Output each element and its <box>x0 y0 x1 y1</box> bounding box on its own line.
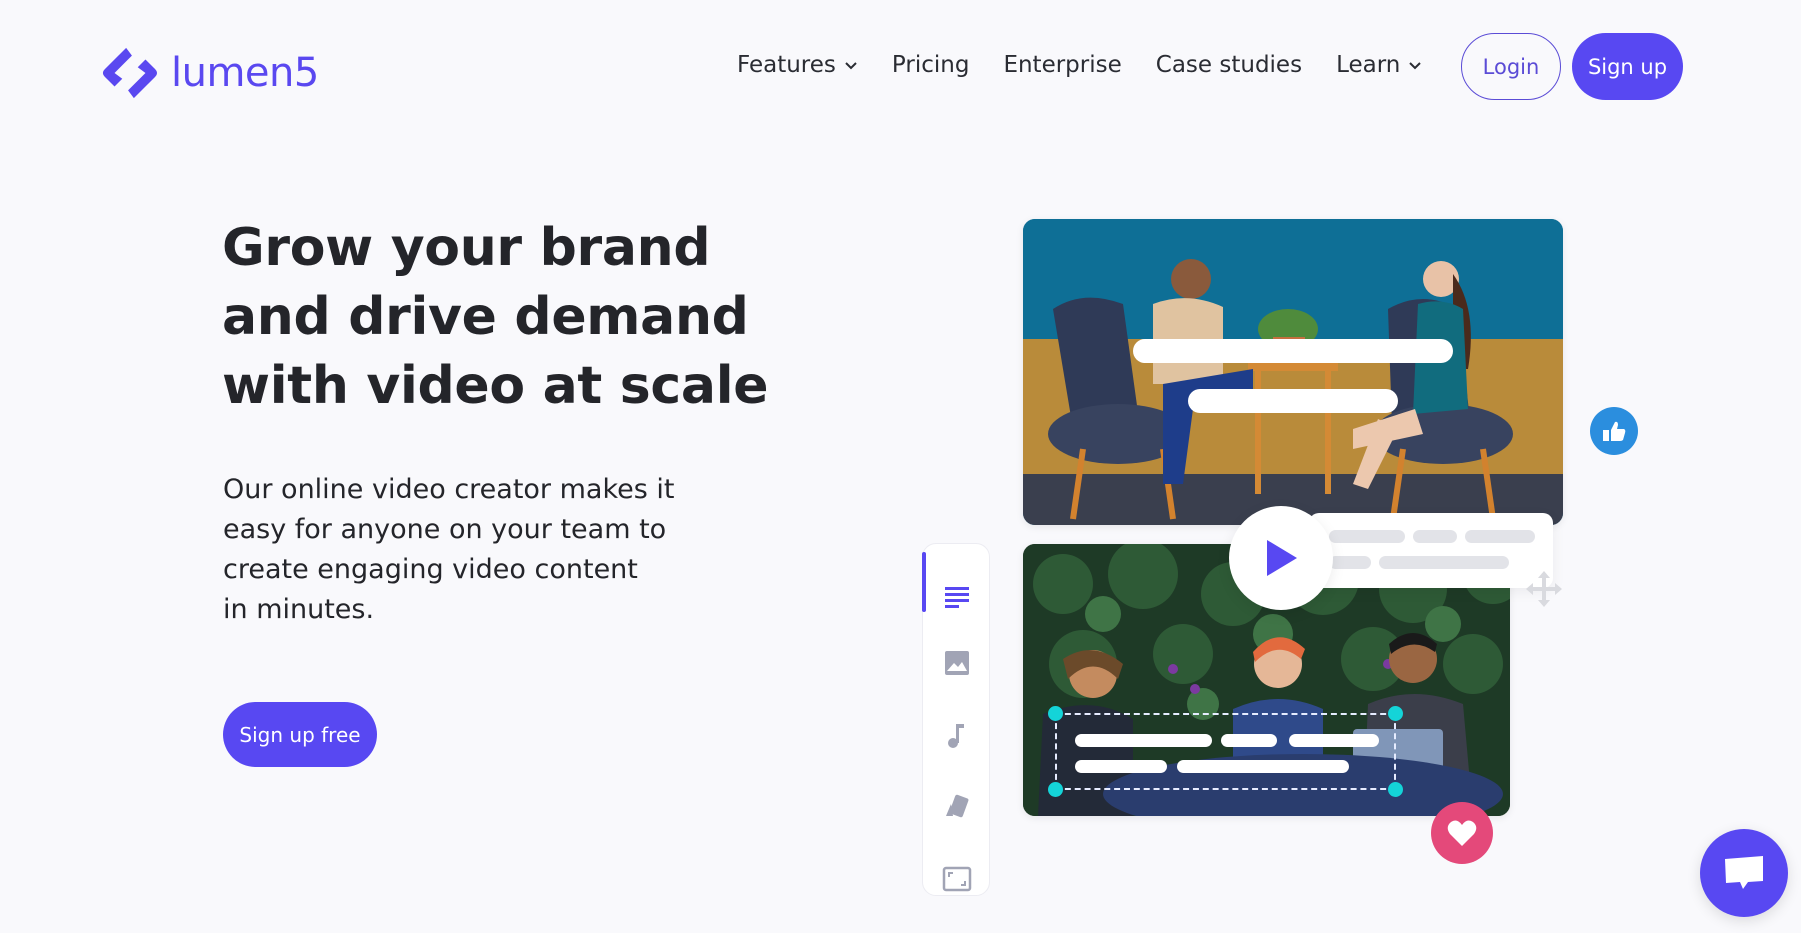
music-icon[interactable] <box>942 720 972 750</box>
lumen5-logo-icon <box>102 47 158 99</box>
chat-bubble-icon <box>1725 856 1763 889</box>
nav-learn[interactable]: Learn <box>1336 52 1422 78</box>
nav-features-label: Features <box>737 52 836 78</box>
headline-line: and drive demand <box>222 287 749 347</box>
thumbs-up-icon <box>1603 421 1626 441</box>
move-icon[interactable] <box>1524 569 1564 609</box>
headline-line: Grow your brand <box>222 218 711 278</box>
resize-handle-bottom-left[interactable] <box>1048 782 1063 797</box>
caption-bar <box>1379 556 1509 569</box>
aspect-ratio-icon[interactable] <box>942 864 972 894</box>
chat-widget-button[interactable] <box>1700 829 1788 917</box>
office-scene-image <box>1023 219 1563 525</box>
main-nav: Features Pricing Enterprise Case studies… <box>737 52 1456 78</box>
active-tool-indicator <box>922 552 926 612</box>
nav-enterprise[interactable]: Enterprise <box>1003 52 1121 78</box>
signup-button[interactable]: Sign up <box>1572 33 1683 100</box>
nav-pricing-label: Pricing <box>891 52 970 78</box>
resize-handle-top-right[interactable] <box>1388 706 1403 721</box>
text-selection-box[interactable] <box>1048 706 1403 797</box>
caption-bar <box>1329 556 1371 569</box>
hero-headline: Grow your brand and drive demand with vi… <box>222 214 782 421</box>
thumbs-up-reaction <box>1590 407 1638 455</box>
text-icon[interactable] <box>942 582 972 612</box>
caption-placeholder-line <box>1289 734 1379 747</box>
chevron-down-icon <box>1409 62 1422 70</box>
nav-learn-label: Learn <box>1336 52 1401 78</box>
subtext-line: Our online video creator makes it <box>223 474 675 505</box>
resize-handle-top-left[interactable] <box>1048 706 1063 721</box>
nav-enterprise-label: Enterprise <box>1003 52 1122 78</box>
play-icon <box>1267 540 1297 576</box>
nav-case-studies[interactable]: Case studies <box>1156 52 1302 78</box>
image-icon[interactable] <box>942 648 972 678</box>
nav-case-studies-label: Case studies <box>1155 52 1303 78</box>
heart-icon <box>1447 820 1477 846</box>
caption-placeholder-line <box>1188 389 1398 413</box>
style-icon[interactable] <box>942 792 972 822</box>
caption-bar <box>1329 530 1405 543</box>
caption-placeholder-line <box>1221 734 1277 747</box>
subtext-line: easy for anyone on your team to <box>223 514 667 545</box>
caption-card <box>1309 513 1553 588</box>
chevron-down-icon <box>845 62 857 70</box>
login-button[interactable]: Login <box>1461 33 1561 100</box>
caption-bar <box>1465 530 1535 543</box>
caption-placeholder-line <box>1075 760 1167 773</box>
subtext-line: in minutes. <box>223 594 375 625</box>
subtext-line: create engaging video content <box>223 554 638 585</box>
nav-features[interactable]: Features <box>737 52 858 78</box>
heart-reaction <box>1431 802 1493 864</box>
resize-handle-bottom-right[interactable] <box>1388 782 1403 797</box>
play-button[interactable] <box>1229 506 1333 610</box>
video-preview-office <box>1023 219 1563 525</box>
nav-pricing[interactable]: Pricing <box>892 52 970 78</box>
editor-toolbar <box>922 543 990 896</box>
caption-bar <box>1413 530 1457 543</box>
brand-name: lumen5 <box>171 50 319 96</box>
caption-placeholder-line <box>1177 760 1349 773</box>
lumen5-logo[interactable]: lumen5 <box>101 44 319 102</box>
caption-placeholder-line <box>1133 339 1453 363</box>
signup-free-button[interactable]: Sign up free <box>223 702 377 767</box>
hero-subtext: Our online video creator makes it easy f… <box>223 470 743 630</box>
headline-line: with video at scale <box>222 356 769 416</box>
caption-placeholder-line <box>1075 734 1212 747</box>
